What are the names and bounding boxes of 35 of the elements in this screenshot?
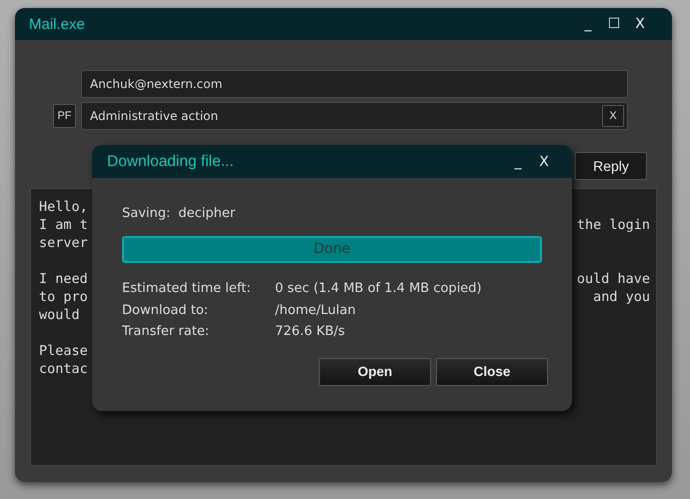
exit-button[interactable]: X — [630, 16, 650, 32]
maximize-button[interactable]: ☐ — [604, 16, 624, 32]
detail-value: 726.6 KB/s — [275, 323, 346, 341]
detail-label: Estimated time left: — [122, 280, 252, 298]
minimize-button[interactable]: _ — [578, 16, 598, 32]
minimize-button[interactable]: _ — [508, 154, 528, 170]
body-text-line: ould have — [576, 270, 650, 288]
body-text-line: I am t — [39, 216, 88, 234]
subject-field[interactable]: Administrative action X — [81, 102, 628, 130]
body-text-line: I need — [39, 270, 88, 288]
detail-value: 0 sec (1.4 MB of 1.4 MB copied) — [275, 280, 483, 298]
file-name: decipher — [178, 206, 236, 221]
body-text-line: the login — [576, 216, 650, 234]
window-title: Mail.exe — [29, 16, 85, 32]
body-text-line: would — [39, 306, 80, 324]
open-button[interactable]: Open — [319, 358, 431, 386]
body-text-line: Please — [39, 342, 88, 360]
window-title: Downloading file... — [107, 152, 234, 170]
body-text-line: server — [39, 234, 88, 252]
subject-text: Administrative action — [90, 109, 218, 123]
body-text-line: to pro — [39, 288, 88, 306]
detail-value: /home/Lulan — [275, 302, 357, 320]
reply-button[interactable]: Reply — [575, 152, 647, 180]
body-text-line: Hello, — [39, 198, 88, 216]
body-text-line: contac — [39, 360, 88, 378]
dismiss-button[interactable]: X — [534, 154, 554, 170]
saving-label: Saving: — [122, 206, 170, 221]
recipient-field[interactable]: Anchuk@nextern.com — [81, 70, 628, 98]
close-dialog-button[interactable]: Close — [436, 358, 548, 386]
progress-label: Done — [312, 241, 352, 257]
detail-label: Transfer rate: — [122, 323, 210, 341]
body-text-line: and you — [593, 288, 650, 306]
clear-button[interactable]: X — [602, 105, 624, 127]
pf-button[interactable]: PF — [53, 104, 76, 128]
detail-label: Download to: — [122, 302, 210, 320]
